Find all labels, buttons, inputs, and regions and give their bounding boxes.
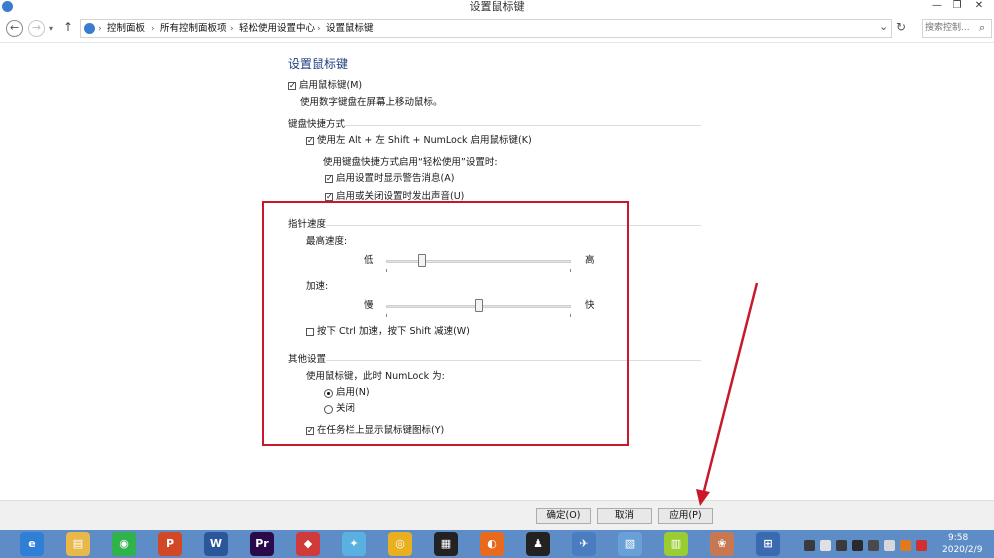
tray-icon[interactable]	[804, 540, 815, 551]
control-icon[interactable]: ⊞	[756, 532, 780, 556]
explorer-icon[interactable]: ▤	[66, 532, 90, 556]
arrow-shaft	[701, 282, 759, 496]
arrow-annotation	[696, 282, 759, 506]
powerpoint-icon[interactable]: P	[158, 532, 182, 556]
arrow-head	[696, 489, 710, 506]
wechat-icon[interactable]: ◉	[112, 532, 136, 556]
word-icon[interactable]: W	[204, 532, 228, 556]
tray-icon[interactable]	[900, 540, 911, 551]
tray-icon[interactable]	[868, 540, 879, 551]
calendar-icon[interactable]: ▥	[664, 532, 688, 556]
clock-date[interactable]: 2020/2/9	[942, 545, 982, 556]
notes-icon[interactable]: ▧	[618, 532, 642, 556]
tray-icon[interactable]	[916, 540, 927, 551]
tray-icon[interactable]	[884, 540, 895, 551]
tray-icon[interactable]	[836, 540, 847, 551]
tray-icon[interactable]	[820, 540, 831, 551]
app-icon[interactable]: ◆	[296, 532, 320, 556]
qq-icon[interactable]: ♟	[526, 532, 550, 556]
orange-app-icon[interactable]: ◐	[480, 532, 504, 556]
media-icon[interactable]: ▦	[434, 532, 458, 556]
plane-icon[interactable]: ✈	[572, 532, 596, 556]
bird-icon[interactable]: ✦	[342, 532, 366, 556]
chrome-icon[interactable]: ◎	[388, 532, 412, 556]
photo-icon[interactable]: ❀	[710, 532, 734, 556]
clock-time[interactable]: 9:58	[948, 533, 968, 544]
premiere-icon[interactable]: Pr	[250, 532, 274, 556]
tray-icon[interactable]	[852, 540, 863, 551]
ie-icon[interactable]: e	[20, 532, 44, 556]
